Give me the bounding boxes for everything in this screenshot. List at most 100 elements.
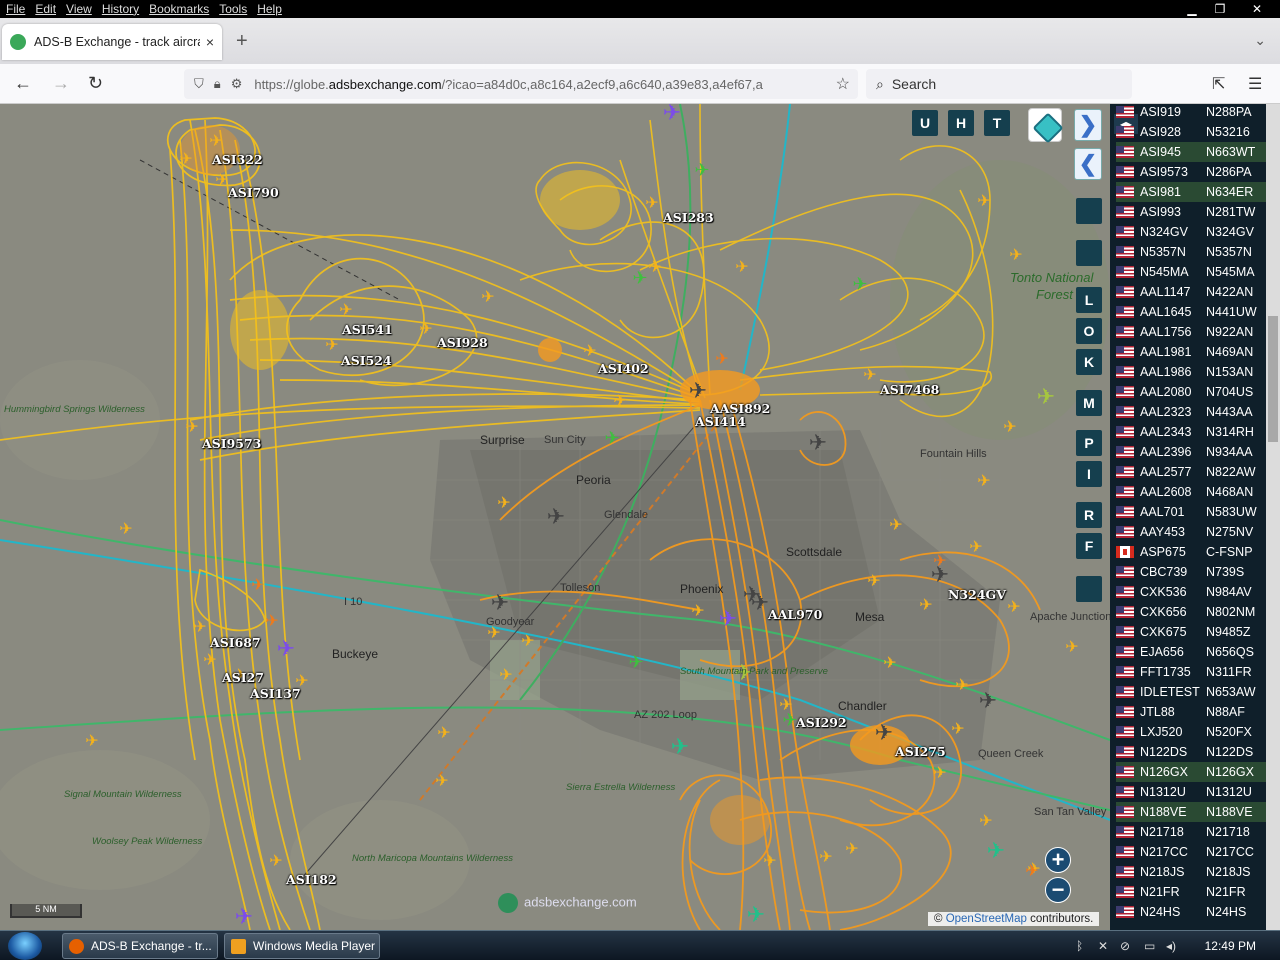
toggle-button-t[interactable]: T [984, 110, 1010, 136]
forward-icon[interactable]: → [52, 73, 70, 94]
collapse-sidebar-button[interactable]: ❮ [1074, 148, 1102, 180]
taskbar-media-player[interactable]: Windows Media Player [224, 933, 380, 959]
table-row[interactable]: AAL2323 N443AA [1116, 402, 1266, 422]
toggle-button-l[interactable]: L [1076, 287, 1102, 313]
table-row[interactable]: AAL2577 N822AW [1116, 462, 1266, 482]
taskbar-firefox[interactable]: ADS-B Exchange - tr... [62, 933, 218, 959]
aircraft-label[interactable]: ASI182 [286, 872, 337, 887]
bookmark-star-icon[interactable]: ☆ [836, 74, 850, 94]
table-row[interactable]: AAL1986 N153AN [1116, 362, 1266, 382]
aircraft-label[interactable]: ASI275 [895, 744, 946, 759]
table-row[interactable]: ASI993 N281TW [1116, 202, 1266, 222]
aircraft-label[interactable]: ASI790 [228, 185, 279, 200]
zoom-out-button[interactable]: − [1045, 877, 1071, 903]
table-row[interactable]: JTL88 N88AF [1116, 702, 1266, 722]
minimize-icon[interactable]: ▁ [1178, 0, 1206, 18]
toggle-button-k[interactable]: K [1076, 349, 1102, 375]
aircraft-label[interactable]: N324GV [948, 587, 1006, 602]
toggle-button-i[interactable]: I [1076, 461, 1102, 487]
restore-icon[interactable]: ❐ [1206, 0, 1234, 18]
aircraft-label[interactable]: ASI27 [222, 670, 264, 685]
table-row[interactable]: CXK656 N802NM [1116, 602, 1266, 622]
table-row[interactable]: AAL1756 N922AN [1116, 322, 1266, 342]
table-row[interactable]: ASI919 N288PA [1116, 104, 1266, 122]
menu-edit[interactable]: Edit [29, 2, 60, 16]
aircraft-label[interactable]: ASI687 [210, 635, 261, 650]
search-field[interactable]: ⌕ Search [866, 69, 1132, 99]
toggle-button-h[interactable]: H [948, 110, 974, 136]
table-row[interactable]: N324GV N324GV [1116, 222, 1266, 242]
close-window-icon[interactable]: ✕ [1234, 0, 1280, 18]
table-row[interactable]: EJA656 N656QS [1116, 642, 1266, 662]
clock[interactable]: 12:49 PM [1205, 939, 1256, 953]
network-icon[interactable]: ✕ [1098, 939, 1108, 953]
tracking-protection-icon[interactable]: ⛉ [194, 76, 204, 92]
aircraft-label[interactable]: ASI7468 [880, 382, 939, 397]
openstreetmap-link[interactable]: OpenStreetMap [946, 913, 1027, 925]
table-row[interactable]: LXJ520 N520FX [1116, 722, 1266, 742]
table-row[interactable]: N1312U N1312U [1116, 782, 1266, 802]
menu-bookmarks[interactable]: Bookmarks [143, 2, 213, 16]
tab-close-icon[interactable]: × [206, 34, 214, 50]
volume-icon[interactable]: ◂) [1166, 939, 1176, 953]
security-icon[interactable]: ⊘ [1120, 939, 1130, 953]
table-row[interactable]: AAL2080 N704US [1116, 382, 1266, 402]
aircraft-label[interactable]: ASI402 [598, 361, 649, 376]
blank-control-button[interactable] [1076, 240, 1102, 266]
table-row[interactable]: FFT1735 N311FR [1116, 662, 1266, 682]
start-button[interactable] [8, 932, 42, 960]
menu-file[interactable]: File [0, 2, 29, 16]
menu-history[interactable]: History [96, 2, 143, 16]
tab-adsb-exchange[interactable]: ADS-B Exchange - track aircraft × [2, 24, 222, 60]
table-row[interactable]: IDLETEST N653AW [1116, 682, 1266, 702]
display-icon[interactable]: ▭ [1144, 939, 1155, 953]
menu-help[interactable]: Help [251, 2, 286, 16]
table-row[interactable]: N21FR N21FR [1116, 882, 1266, 902]
toggle-button-m[interactable]: M [1076, 390, 1102, 416]
map-layers-icon[interactable] [1028, 108, 1062, 142]
table-row[interactable]: AAY453 N275NV [1116, 522, 1266, 542]
hamburger-menu-icon[interactable]: ☰ [1248, 74, 1262, 94]
table-row[interactable]: ASI945 N663WT [1116, 142, 1266, 162]
aircraft-label[interactable]: ASI283 [663, 210, 714, 225]
table-row[interactable]: N5357N N5357N [1116, 242, 1266, 262]
aircraft-label[interactable]: ASI524 [341, 353, 392, 368]
table-row[interactable]: CXK536 N984AV [1116, 582, 1266, 602]
aircraft-label[interactable]: ASI322 [212, 152, 263, 167]
toggle-button-p[interactable]: P [1076, 430, 1102, 456]
aircraft-label[interactable]: ASI928 [437, 335, 488, 350]
table-row[interactable]: N217CC N217CC [1116, 842, 1266, 862]
map-view[interactable]: ✈ ✈ ✈ ✈ ✈ ✈ ✈ ✈ ✈ ✈ ✈ ✈ ✈ ✈ ✈ ✈ ✈ ✈ ✈ ✈ ✈ ✈ ✈ ✈ ✈ ✈ ✈ ✈ ✈ ✈ … [0, 104, 1110, 930]
toggle-button-r[interactable]: R [1076, 502, 1102, 528]
expand-sidebar-button[interactable]: ❯ [1074, 109, 1102, 141]
back-icon[interactable]: ← [14, 73, 32, 94]
table-row[interactable]: ASI9573 N286PA [1116, 162, 1266, 182]
toggle-button-o[interactable]: O [1076, 318, 1102, 344]
table-row[interactable]: N24HS N24HS [1116, 902, 1266, 922]
new-tab-button[interactable]: + [236, 30, 248, 53]
aircraft-label[interactable]: ASI414 [695, 414, 746, 429]
aircraft-label[interactable]: ASI9573 [202, 436, 261, 451]
table-row[interactable]: ASI928 N53216 [1116, 122, 1266, 142]
permissions-icon[interactable]: ⚙ [231, 76, 243, 92]
table-row[interactable]: AAL1981 N469AN [1116, 342, 1266, 362]
table-row[interactable]: N126GX N126GX [1116, 762, 1266, 782]
table-row[interactable]: ASP675 C-FSNP [1116, 542, 1266, 562]
table-row[interactable]: AAL701 N583UW [1116, 502, 1266, 522]
table-row[interactable]: N21718 N21718 [1116, 822, 1266, 842]
aircraft-label[interactable]: AAL970 [768, 607, 822, 622]
table-row[interactable]: N218JS N218JS [1116, 862, 1266, 882]
table-row[interactable]: CXK675 N9485Z [1116, 622, 1266, 642]
toggle-button-f[interactable]: F [1076, 533, 1102, 559]
aircraft-label[interactable]: ASI137 [250, 686, 301, 701]
table-row[interactable]: N545MA N545MA [1116, 262, 1266, 282]
table-row[interactable]: N188VE N188VE [1116, 802, 1266, 822]
toggle-button-u[interactable]: U [912, 110, 938, 136]
table-row[interactable]: N122DS N122DS [1116, 742, 1266, 762]
url-bar[interactable]: ⛉ 🔒︎ ⚙ https://globe.adsbexchange.com/?i… [184, 69, 858, 99]
scrollbar-thumb[interactable] [1268, 316, 1278, 442]
blank-control-button[interactable] [1076, 576, 1102, 602]
reload-icon[interactable]: ↻ [88, 73, 103, 94]
menu-tools[interactable]: Tools [213, 2, 251, 16]
extensions-icon[interactable]: ⇱ [1212, 74, 1225, 94]
